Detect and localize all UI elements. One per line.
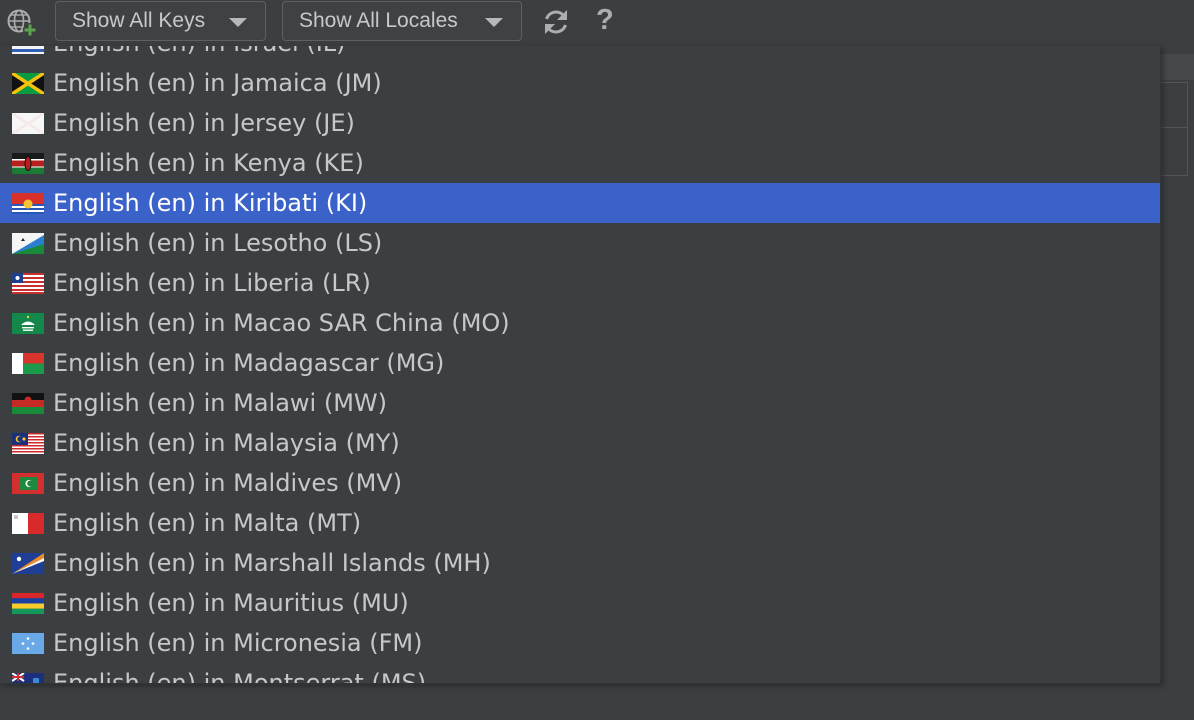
flag-icon	[12, 112, 44, 134]
flag-icon	[12, 432, 44, 454]
locale-list-item[interactable]: English (en) in Jamaica (JM)	[0, 63, 1160, 103]
flag-icon	[12, 592, 44, 614]
show-locales-dropdown[interactable]: Show All Locales	[282, 1, 522, 41]
locale-label: English (en) in Kenya (KE)	[53, 149, 364, 177]
locale-label: English (en) in Lesotho (LS)	[53, 229, 383, 257]
show-keys-label: Show All Keys	[72, 9, 206, 32]
flag-icon	[12, 72, 44, 94]
locale-list-item[interactable]: English (en) in Malaysia (MY)	[0, 423, 1160, 463]
locale-label: English (en) in Micronesia (FM)	[53, 629, 423, 657]
flag-icon	[12, 392, 44, 414]
show-locales-label: Show All Locales	[299, 9, 458, 32]
flag-icon	[12, 152, 44, 174]
chevron-down-icon	[229, 18, 247, 27]
flag-icon	[12, 232, 44, 254]
locale-list-item[interactable]: English (en) in Macao SAR China (MO)	[0, 303, 1160, 343]
table-divider	[1160, 127, 1188, 128]
chevron-down-icon	[485, 18, 503, 27]
toolbar: Show All Keys Show All Locales ?	[0, 0, 1194, 46]
flag-icon	[12, 472, 44, 494]
flag-icon	[12, 272, 44, 294]
locale-list-item[interactable]: English (en) in Marshall Islands (MH)	[0, 543, 1160, 583]
flag-icon	[12, 552, 44, 574]
show-keys-dropdown[interactable]: Show All Keys	[55, 1, 266, 41]
locale-label: English (en) in Mauritius (MU)	[53, 589, 409, 617]
flag-icon	[12, 312, 44, 334]
globe-plus-icon[interactable]	[6, 6, 38, 38]
locale-list-item[interactable]: English (en) in Israel (IL)	[0, 46, 1160, 63]
locale-list-item[interactable]: English (en) in Kiribati (KI)	[0, 183, 1160, 223]
locale-label: English (en) in Malawi (MW)	[53, 389, 388, 417]
locale-label: English (en) in Montserrat (MS)	[53, 669, 427, 684]
locale-list-item[interactable]: English (en) in Malawi (MW)	[0, 383, 1160, 423]
locale-list-item[interactable]: English (en) in Mauritius (MU)	[0, 583, 1160, 623]
locale-label: English (en) in Macao SAR China (MO)	[53, 309, 510, 337]
locale-label: English (en) in Madagascar (MG)	[53, 349, 445, 377]
locale-label: English (en) in Marshall Islands (MH)	[53, 549, 491, 577]
locale-list-item[interactable]: English (en) in Lesotho (LS)	[0, 223, 1160, 263]
locale-list-item[interactable]: English (en) in Maldives (MV)	[0, 463, 1160, 503]
table-header	[1160, 54, 1194, 80]
help-button[interactable]: ?	[596, 4, 614, 37]
locale-label: English (en) in Jamaica (JM)	[53, 69, 382, 97]
locale-popup: English (en) in Israel (IL) English (en) …	[0, 46, 1161, 684]
refresh-icon[interactable]	[541, 7, 571, 37]
locale-label: English (en) in Malaysia (MY)	[53, 429, 400, 457]
flag-icon	[12, 192, 44, 214]
locale-list: English (en) in Israel (IL) English (en) …	[0, 46, 1160, 684]
flag-icon	[12, 512, 44, 534]
flag-icon	[12, 672, 44, 683]
locale-list-item[interactable]: English (en) in Liberia (LR)	[0, 263, 1160, 303]
locale-list-item[interactable]: English (en) in Kenya (KE)	[0, 143, 1160, 183]
locale-label: English (en) in Jersey (JE)	[53, 109, 355, 137]
flag-icon	[12, 632, 44, 654]
locale-label: English (en) in Liberia (LR)	[53, 269, 371, 297]
locale-label: English (en) in Israel (IL)	[53, 46, 346, 57]
locale-list-item[interactable]: English (en) in Malta (MT)	[0, 503, 1160, 543]
locale-list-item[interactable]: English (en) in Jersey (JE)	[0, 103, 1160, 143]
locale-label: English (en) in Kiribati (KI)	[53, 189, 368, 217]
locale-label: English (en) in Maldives (MV)	[53, 469, 403, 497]
table-cells	[1160, 82, 1188, 176]
locale-label: English (en) in Malta (MT)	[53, 509, 362, 537]
flag-icon	[12, 352, 44, 374]
locale-list-item[interactable]: English (en) in Madagascar (MG)	[0, 343, 1160, 383]
flag-icon	[12, 46, 44, 54]
locale-list-item[interactable]: English (en) in Micronesia (FM)	[0, 623, 1160, 663]
locale-list-item[interactable]: English (en) in Montserrat (MS)	[0, 663, 1160, 684]
